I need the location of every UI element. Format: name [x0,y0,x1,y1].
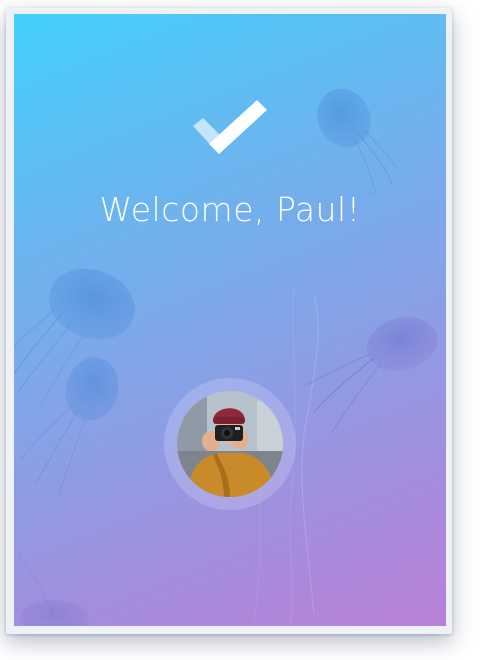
jellyfish-left-lower [19,357,119,499]
welcome-screen: Welcome, Paul! [14,14,446,626]
user-avatar [177,391,283,497]
jellyfish-bottom-left [17,553,88,626]
jellyfish-top-right [317,88,399,195]
jellyfish-right [301,293,438,615]
checkmark-icon [193,100,267,154]
welcome-heading: Welcome, Paul! [99,190,361,229]
device-stage: Welcome, Paul! [0,0,480,660]
avatar-photo [177,391,283,497]
avatar-ring [164,378,296,510]
